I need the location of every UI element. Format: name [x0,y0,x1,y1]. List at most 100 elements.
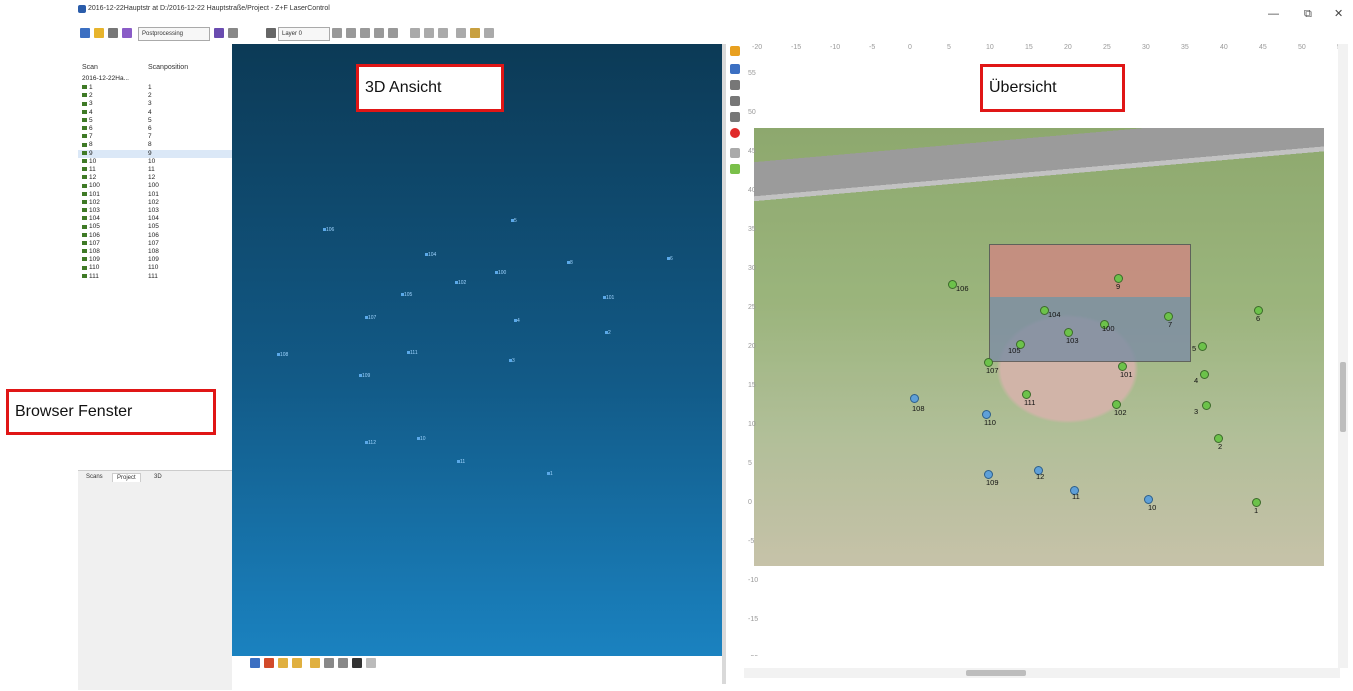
tab-3d[interactable]: 3D [150,473,166,481]
list-icon[interactable] [80,28,90,38]
scan-point-3d[interactable]: 105 [400,292,412,298]
distribute-icon[interactable] [424,28,434,38]
tree-row[interactable]: 100 100 [78,182,232,190]
grid-icon[interactable] [374,28,384,38]
tree-row[interactable]: 101 101 [78,191,232,199]
pan-icon[interactable] [730,80,740,90]
scrollbar-thumb[interactable] [966,670,1026,676]
scan-point-3d[interactable]: 102 [454,280,466,286]
tree-row[interactable]: 108 108 [78,248,232,256]
tree-row[interactable]: 44 [78,109,232,117]
tree-row[interactable]: 109 109 [78,256,232,264]
scan-position-marker[interactable] [1200,370,1209,379]
export-icon[interactable] [228,28,238,38]
tree-row[interactable]: 10 10 [78,158,232,166]
scan-point-3d[interactable]: 104 [424,252,436,258]
tree-row[interactable]: 111 111 [78,273,232,281]
save-icon[interactable] [108,28,118,38]
scan-point-3d[interactable]: 4 [514,318,520,324]
target-icon[interactable] [730,46,740,56]
scan-point-3d[interactable]: 111 [407,350,418,356]
orbit-icon[interactable] [324,658,334,668]
layers-icon[interactable] [310,658,320,668]
vertical-scrollbar[interactable] [1338,44,1348,668]
scan-point-3d[interactable]: 106 [322,227,334,233]
tree-row[interactable]: 102 102 [78,199,232,207]
tree-row[interactable]: 77 [78,133,232,141]
measure-icon[interactable] [730,164,740,174]
scan-point-3d[interactable]: 3 [509,358,515,364]
filter-icon[interactable] [388,28,398,38]
restore-button[interactable]: ⧉ [1304,5,1312,23]
tree-row[interactable]: 12 12 [78,174,232,182]
scan-point-3d[interactable]: 6 [667,256,673,262]
tree-row[interactable]: 55 [78,117,232,125]
folder-icon[interactable] [94,28,104,38]
report-icon[interactable] [470,28,480,38]
tree-row[interactable]: 104 104 [78,215,232,223]
scan-position-marker[interactable] [1202,401,1211,410]
tree-row[interactable]: 66 [78,125,232,133]
scan-point-3d[interactable]: 109 [358,373,370,379]
rotate-icon[interactable] [346,28,356,38]
ruler-icon[interactable] [456,28,466,38]
scan-point-3d[interactable]: 8 [567,260,573,266]
scan-point-3d[interactable]: 5 [511,218,517,224]
eye-icon[interactable] [352,658,362,668]
scan-icon [82,101,87,106]
layer-combo[interactable]: Layer 0 [278,27,330,41]
cube-open-icon[interactable] [292,658,302,668]
zoom-out-icon[interactable] [730,112,740,122]
points-icon[interactable] [338,658,348,668]
tree-row[interactable]: 107 107 [78,240,232,248]
3d-view[interactable]: 106 5 104 8 100 102 6 105 101 4 107 108 111 2 3 109 112 1… [232,44,722,656]
scan-position-marker[interactable] [910,394,919,403]
tree-row[interactable]: 88 [78,141,232,149]
horizontal-scrollbar[interactable] [744,668,1340,678]
pointer-icon[interactable] [366,658,376,668]
column-header-scanposition[interactable]: Scanposition [148,64,188,71]
overview-map[interactable]: -20-15-10-505101520253035404550555550454… [744,44,1340,656]
tree-row[interactable]: 11 [78,84,232,92]
cube-icon[interactable] [278,658,288,668]
column-header-scan[interactable]: Scan [82,64,98,71]
tree-row[interactable]: 105 105 [78,223,232,231]
postprocessing-combo[interactable]: Postprocessing [138,27,210,41]
tree-row[interactable]: 106 106 [78,232,232,240]
layers-icon[interactable] [730,64,740,74]
measure-icon[interactable] [360,28,370,38]
tree-row[interactable]: 103 103 [78,207,232,215]
table-icon[interactable] [438,28,448,38]
scan-position-marker[interactable] [1198,342,1207,351]
tree-row[interactable]: 99 [78,149,232,158]
scan-point-3d[interactable]: 108 [276,352,288,358]
scan-point-3d[interactable]: 1 [547,471,553,477]
box-icon[interactable] [264,658,274,668]
scan-point-3d[interactable]: 10 [417,436,426,442]
scan-point-3d[interactable]: 107 [364,315,376,321]
tab-project[interactable]: Project [112,473,141,482]
tree-row[interactable]: 22 [78,92,232,100]
view-icon[interactable] [250,658,260,668]
scan-point-3d[interactable]: 11 [456,459,465,465]
scanner-icon[interactable] [122,28,132,38]
zoom-in-icon[interactable] [730,96,740,106]
tree-row[interactable]: 110 110 [78,264,232,272]
scan-point-3d[interactable]: 112 [365,440,376,446]
settings-icon[interactable] [484,28,494,38]
scan-point-3d[interactable]: 101 [602,295,614,301]
select-icon[interactable] [730,148,740,158]
tab-scans[interactable]: Scans [82,473,107,481]
tree-row[interactable]: 33 [78,100,232,108]
tree-row[interactable]: 11 11 [78,166,232,174]
tree-root[interactable]: 2016-12-22Ha... [78,75,232,83]
scan-point-3d[interactable]: 2 [605,330,611,336]
run-icon[interactable] [214,28,224,38]
pin-icon[interactable] [730,128,740,138]
scan-point-3d[interactable]: 100 [494,270,506,276]
scrollbar-thumb[interactable] [1340,362,1346,432]
pen-icon[interactable] [332,28,342,38]
close-button[interactable]: ✕ [1334,5,1343,23]
minimize-button[interactable]: — [1268,5,1279,23]
align-icon[interactable] [410,28,420,38]
